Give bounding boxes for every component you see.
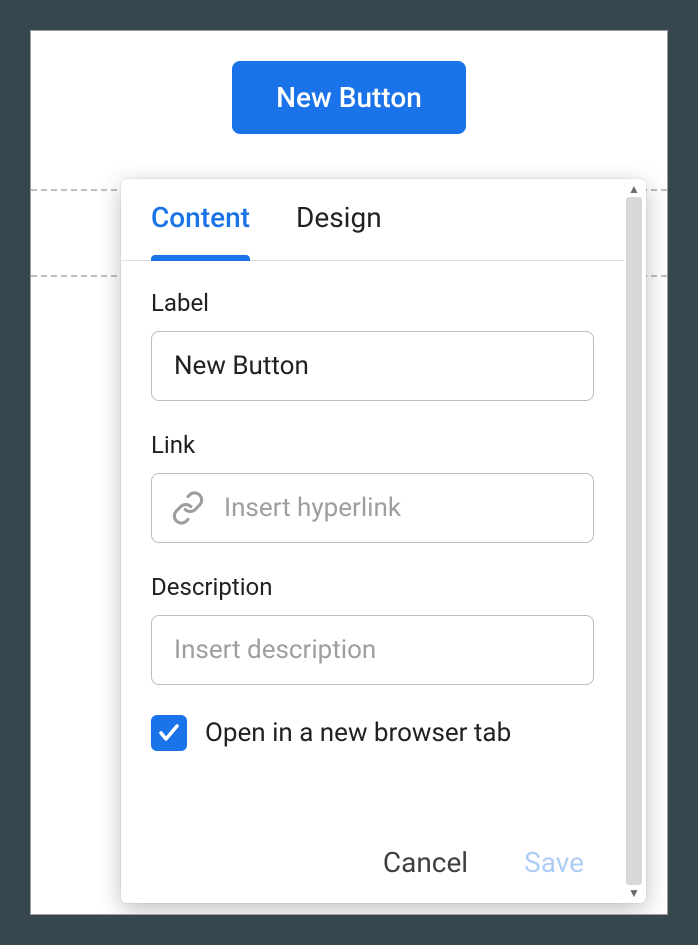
link-icon <box>171 491 205 525</box>
panel-tabs: Content Design <box>121 179 624 261</box>
content-form: Label Link <box>121 261 624 840</box>
link-input[interactable] <box>151 473 594 543</box>
scroll-thumb[interactable] <box>626 197 642 885</box>
field-description: Description <box>151 573 594 685</box>
save-button[interactable]: Save <box>520 840 588 885</box>
editor-canvas: New Button ▲ ▼ Content Design Label Link <box>30 30 668 915</box>
description-title: Description <box>151 573 594 601</box>
edit-panel: ▲ ▼ Content Design Label Link <box>121 179 646 903</box>
panel-actions: Cancel Save <box>121 840 624 903</box>
label-title: Label <box>151 289 594 317</box>
panel-scrollbar[interactable]: ▲ ▼ <box>624 183 644 899</box>
preview-button[interactable]: New Button <box>232 61 466 134</box>
tab-design[interactable]: Design <box>296 201 382 260</box>
cancel-button[interactable]: Cancel <box>379 840 472 885</box>
preview-area: New Button <box>31 31 667 134</box>
new-tab-checkbox[interactable] <box>151 715 187 751</box>
field-link: Link <box>151 431 594 543</box>
field-label: Label <box>151 289 594 401</box>
scroll-up-icon: ▲ <box>628 183 640 195</box>
label-input[interactable] <box>151 331 594 401</box>
new-tab-row: Open in a new browser tab <box>151 715 594 751</box>
new-tab-label: Open in a new browser tab <box>205 718 511 748</box>
scroll-down-icon: ▼ <box>628 887 640 899</box>
link-title: Link <box>151 431 594 459</box>
tab-content[interactable]: Content <box>151 201 250 260</box>
description-input[interactable] <box>151 615 594 685</box>
